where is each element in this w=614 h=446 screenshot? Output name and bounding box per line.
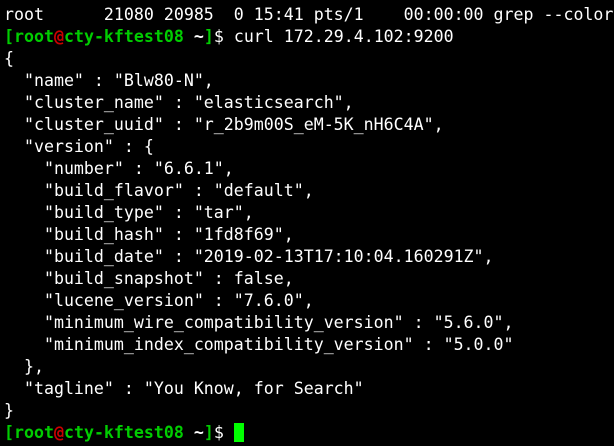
output-line: "build_flavor" : "default",	[4, 181, 314, 200]
output-line: },	[4, 357, 44, 376]
process-list-line: root 21080 20985 0 15:41 pts/1 00:00:00 …	[4, 5, 614, 24]
command-output: { "name" : "Blw80-N", "cluster_name" : "…	[4, 48, 614, 422]
output-line: "version" : {	[4, 137, 154, 156]
output-line: "build_date" : "2019-02-13T17:10:04.1602…	[4, 247, 494, 266]
output-line: "cluster_name" : "elasticsearch",	[4, 93, 354, 112]
output-line: "cluster_uuid" : "r_2b9m00S_eM-5K_nH6C4A…	[4, 115, 444, 134]
prompt-at-sign: @	[53, 423, 64, 442]
prompt-cwd: ~	[183, 423, 204, 442]
output-line: "build_snapshot" : false,	[4, 269, 294, 288]
prompt-open-bracket: [	[4, 27, 14, 46]
prompt-close-bracket: ]	[203, 423, 214, 442]
prompt-user: root	[14, 27, 54, 46]
prompt-dollar: $	[213, 423, 234, 442]
prompt-dollar: $	[213, 27, 234, 46]
prompt-open-bracket: [	[4, 423, 14, 442]
text-cursor[interactable]	[233, 423, 244, 442]
active-prompt-line[interactable]: [root@cty-kftest08 ~]$	[4, 422, 614, 444]
output-line: "minimum_index_compatibility_version" : …	[4, 335, 514, 354]
prompt-at-sign: @	[53, 27, 64, 46]
prompt-close-bracket: ]	[203, 27, 214, 46]
prompt-host: cty-kftest08	[63, 423, 184, 442]
output-line: "minimum_wire_compatibility_version" : "…	[4, 313, 514, 332]
output-line: "tagline" : "You Know, for Search"	[4, 379, 364, 398]
prompt-cwd: ~	[183, 27, 204, 46]
output-line: {	[4, 49, 14, 68]
output-line: "lucene_version" : "7.6.0",	[4, 291, 314, 310]
command-text: curl 172.29.4.102:9200	[233, 27, 454, 46]
output-line: "name" : "Blw80-N",	[4, 71, 214, 90]
command-prompt-line: [root@cty-kftest08 ~]$ curl 172.29.4.102…	[4, 26, 614, 48]
output-line: "build_type" : "tar",	[4, 203, 254, 222]
terminal-window[interactable]: root 21080 20985 0 15:41 pts/1 00:00:00 …	[0, 0, 614, 446]
output-line: "number" : "6.6.1",	[4, 159, 234, 178]
output-line: "build_hash" : "1fd8f69",	[4, 225, 294, 244]
prompt-host: cty-kftest08	[63, 27, 184, 46]
prompt-user: root	[14, 423, 54, 442]
output-line: }	[4, 401, 14, 420]
